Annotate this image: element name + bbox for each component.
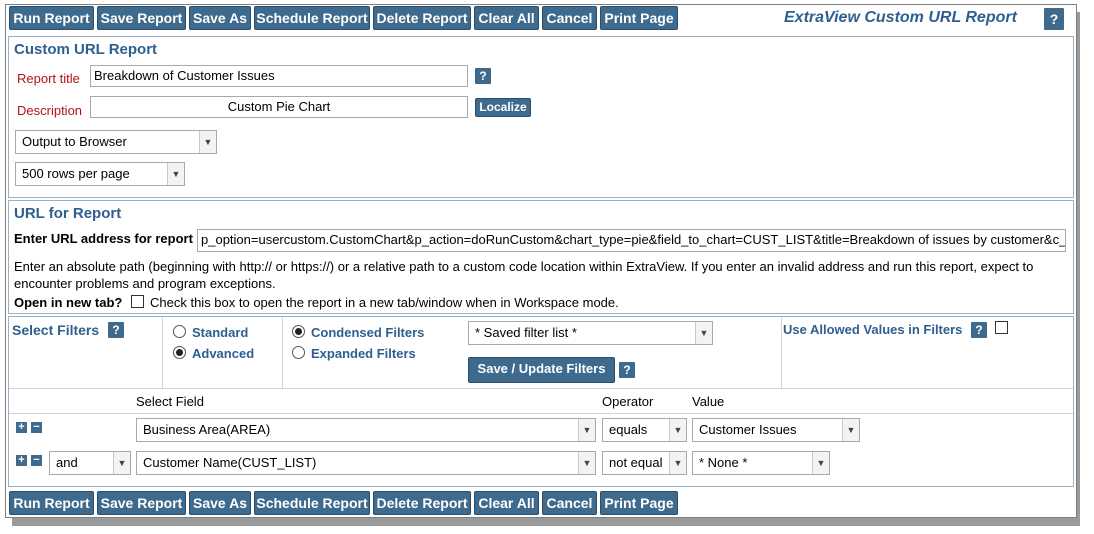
value-header: Value [692,394,725,409]
save-filters-help-icon[interactable]: ? [619,362,635,378]
save-as-button[interactable]: Save As [189,6,251,30]
description-label: Description [17,103,83,118]
expanded-filters-label: Expanded Filters [311,346,416,361]
divider [282,317,283,388]
saved-filter-value: * Saved filter list * [475,325,577,340]
standard-radio[interactable] [173,325,186,338]
filter-operator-select[interactable]: equals ▼ [602,418,687,442]
report-title-help-icon[interactable]: ? [475,68,491,84]
output-select-value: Output to Browser [22,134,127,149]
schedule-report-button[interactable]: Schedule Report [254,491,370,515]
page-title: ExtraView Custom URL Report [784,9,1017,26]
filter-field-value: Customer Name(CUST_LIST) [143,455,317,470]
open-tab-help: Check this box to open the report in a n… [150,295,619,310]
operator-header: Operator [602,394,654,409]
condensed-filters-label: Condensed Filters [311,325,425,340]
save-report-button[interactable]: Save Report [97,491,186,515]
rows-per-page-value: 500 rows per page [22,166,130,181]
print-page-button[interactable]: Print Page [600,6,678,30]
allowed-values-label: Use Allowed Values in Filters [783,322,963,337]
delete-report-button[interactable]: Delete Report [373,491,471,515]
chevron-down-icon: ▼ [167,163,184,185]
section-title: URL for Report [14,205,122,222]
select-field-header: Select Field [136,394,204,409]
divider [162,317,163,388]
open-tab-checkbox[interactable] [131,295,144,308]
expanded-filters-radio[interactable] [292,346,305,359]
schedule-report-button[interactable]: Schedule Report [254,6,370,30]
chevron-down-icon: ▼ [669,419,686,441]
allowed-values-checkbox[interactable] [995,321,1008,334]
filters-help-icon[interactable]: ? [108,322,124,338]
advanced-label: Advanced [192,346,255,361]
filter-operator-value: not equal [609,455,663,470]
divider [9,388,1073,389]
open-tab-label: Open in new tab? [14,295,123,310]
filter-field-select[interactable]: Customer Name(CUST_LIST) ▼ [136,451,596,475]
url-section: URL for Report Enter URL address for rep… [8,200,1074,314]
url-input[interactable]: p_option=usercustom.CustomChart&p_action… [197,229,1066,252]
filter-value-select[interactable]: Customer Issues ▼ [692,418,860,442]
add-filter-icon[interactable]: + [16,422,27,433]
report-title-label: Report title [17,71,80,86]
filter-field-value: Business Area(AREA) [143,422,271,437]
url-label: Enter URL address for report [14,231,193,246]
run-report-button[interactable]: Run Report [9,6,94,30]
chevron-down-icon: ▼ [669,452,686,474]
filter-connector-select[interactable]: and ▼ [49,451,131,475]
save-as-button[interactable]: Save As [189,491,251,515]
allowed-values-help-icon[interactable]: ? [971,322,987,338]
cancel-button[interactable]: Cancel [542,6,597,30]
filter-field-select[interactable]: Business Area(AREA) ▼ [136,418,596,442]
divider [9,413,1073,414]
delete-report-button[interactable]: Delete Report [373,6,471,30]
filter-operator-select[interactable]: not equal ▼ [602,451,687,475]
add-filter-icon[interactable]: + [16,455,27,466]
report-title-input[interactable]: Breakdown of Customer Issues [90,65,468,87]
clear-all-button[interactable]: Clear All [474,6,539,30]
filters-section: Select Filters ? Standard Advanced Conde… [8,316,1074,487]
chevron-down-icon: ▼ [812,452,829,474]
advanced-radio[interactable] [173,346,186,359]
saved-filter-select[interactable]: * Saved filter list * ▼ [468,321,713,345]
report-window: Run Report Save Report Save As Schedule … [5,4,1077,518]
url-help-text: Enter an absolute path (beginning with h… [14,259,1034,291]
remove-filter-icon[interactable]: − [31,455,42,466]
output-select[interactable]: Output to Browser ▼ [15,130,217,154]
chevron-down-icon: ▼ [578,452,595,474]
clear-all-button[interactable]: Clear All [474,491,539,515]
run-report-button[interactable]: Run Report [9,491,94,515]
remove-filter-icon[interactable]: − [31,422,42,433]
chevron-down-icon: ▼ [842,419,859,441]
filter-connector-value: and [56,455,78,470]
chevron-down-icon: ▼ [113,452,130,474]
chevron-down-icon: ▼ [578,419,595,441]
filter-value-value: * None * [699,455,748,470]
print-page-button[interactable]: Print Page [600,491,678,515]
help-icon[interactable]: ? [1044,8,1064,30]
filter-value-value: Customer Issues [699,422,797,437]
save-update-filters-button[interactable]: Save / Update Filters [468,357,615,383]
condensed-filters-radio[interactable] [292,325,305,338]
chevron-down-icon: ▼ [695,322,712,344]
section-title: Custom URL Report [14,41,158,58]
cancel-button[interactable]: Cancel [542,491,597,515]
description-input[interactable]: Custom Pie Chart [90,96,468,118]
save-report-button[interactable]: Save Report [97,6,186,30]
select-filters-title: Select Filters [12,322,100,338]
filter-operator-value: equals [609,422,648,437]
standard-label: Standard [192,325,249,340]
filter-value-select[interactable]: * None * ▼ [692,451,830,475]
chevron-down-icon: ▼ [199,131,216,153]
rows-per-page-select[interactable]: 500 rows per page ▼ [15,162,185,186]
localize-button[interactable]: Localize [475,98,531,117]
custom-url-report-section: Custom URL Report Report title Breakdown… [8,36,1074,198]
divider [781,317,782,388]
